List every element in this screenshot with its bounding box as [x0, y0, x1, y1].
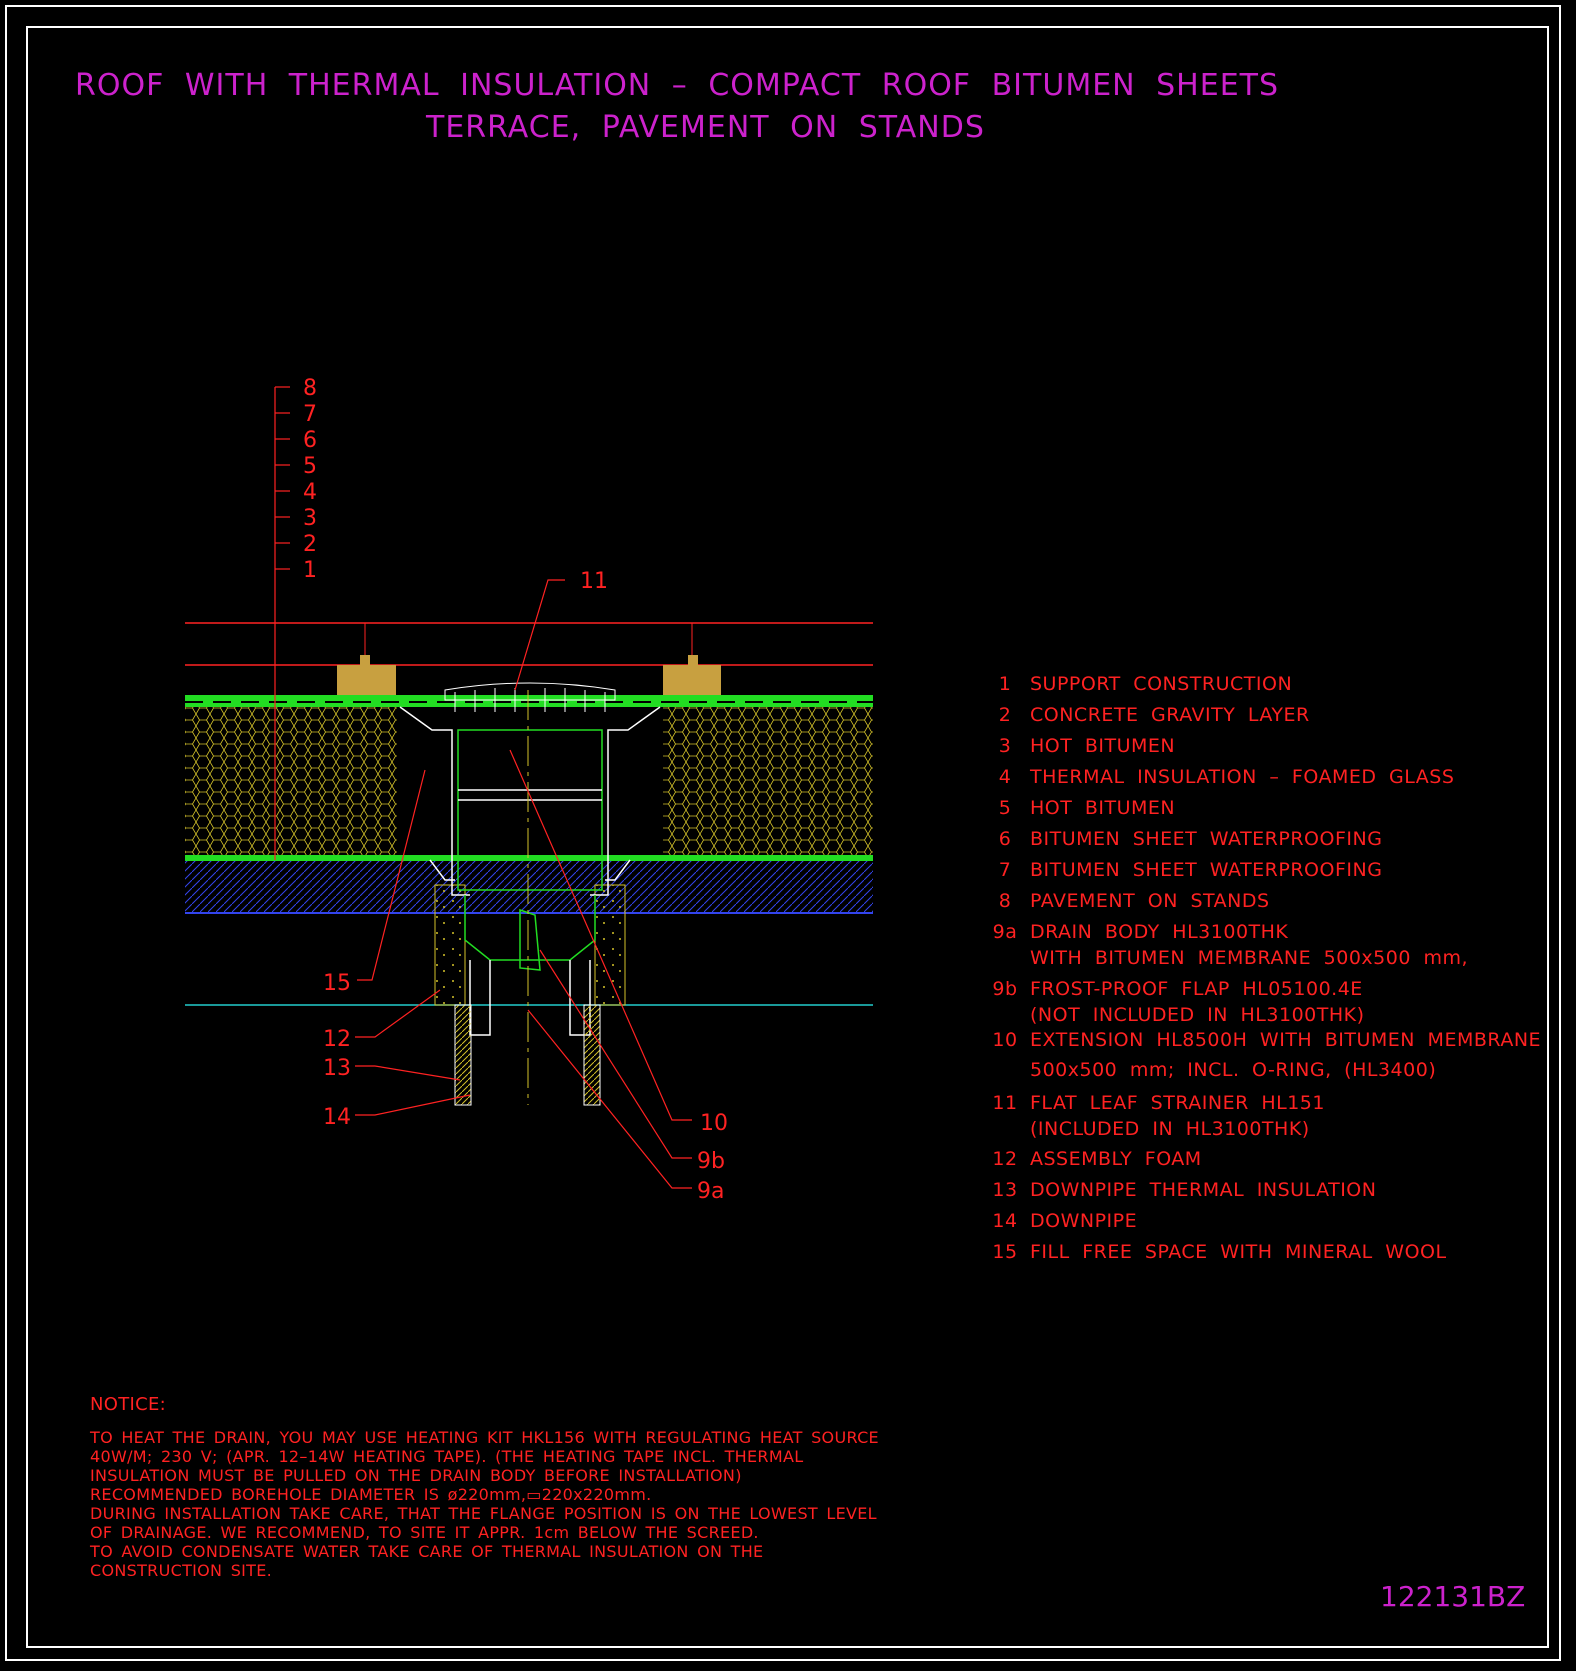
legend-num: 13	[992, 1179, 1018, 1201]
notice-line: CONSTRUCTION SITE.	[90, 1561, 273, 1580]
callout-13: 13	[323, 1056, 351, 1081]
legend-row: 3 HOT BITUMEN	[985, 735, 1545, 766]
legend-text-line2: (INCLUDED IN HL3100THK)	[1030, 1118, 1310, 1140]
notice-line: DURING INSTALLATION TAKE CARE, THAT THE …	[90, 1504, 877, 1523]
legend-text: CONCRETE GRAVITY LAYER	[1030, 704, 1310, 726]
legend-row: 1 SUPPORT CONSTRUCTION	[985, 673, 1545, 704]
notice-title: NOTICE:	[90, 1394, 167, 1415]
legend-row: 4 THERMAL INSULATION – FOAMED GLASS	[985, 766, 1545, 797]
legend-row: 5 HOT BITUMEN	[985, 797, 1545, 828]
thermal-insulation-right	[663, 707, 873, 857]
legend-num: 5	[998, 797, 1012, 819]
legend-text: BITUMEN SHEET WATERPROOFING	[1030, 828, 1383, 850]
legend-text: FROST-PROOF FLAP HL05100.4E	[1030, 978, 1363, 1000]
legend-text: DOWNPIPE THERMAL INSULATION	[1030, 1179, 1377, 1201]
legend-num: 4	[998, 766, 1012, 788]
legend-text-line2: 500x500 mm; INCL. O-RING, (HL3400)	[1030, 1059, 1437, 1081]
notice-line: INSULATION MUST BE PULLED ON THE DRAIN B…	[90, 1466, 742, 1485]
legend-num: 10	[992, 1029, 1018, 1051]
assembly-foam-right	[594, 884, 626, 1006]
legend-num: 12	[992, 1148, 1018, 1170]
legend-text: DOWNPIPE	[1030, 1210, 1138, 1232]
legend-text-line2: (NOT INCLUDED IN HL3100THK)	[1030, 1004, 1365, 1026]
legend-num: 9a	[992, 921, 1018, 943]
parts-legend: 1 SUPPORT CONSTRUCTION 2 CONCRETE GRAVITY …	[985, 673, 1545, 1272]
legend-num: 2	[998, 704, 1012, 726]
legend-row: 13 DOWNPIPE THERMAL INSULATION	[985, 1179, 1545, 1210]
legend-row: 9b FROST-PROOF FLAP HL05100.4E (NOT INCLUD…	[985, 978, 1545, 1029]
legend-text: THERMAL INSULATION – FOAMED GLASS	[1030, 766, 1455, 788]
layer-label-8: 8	[303, 376, 317, 401]
bitumen-membrane	[185, 695, 873, 707]
notice-line: TO AVOID CONDENSATE WATER TAKE CARE OF T…	[90, 1542, 764, 1561]
legend-row: 15 FILL FREE SPACE WITH MINERAL WOOL	[985, 1241, 1545, 1272]
legend-num: 6	[998, 828, 1012, 850]
assembly-foam-left	[434, 884, 466, 1006]
drawing-number: 122131BZ	[1380, 1580, 1526, 1613]
frost-proof-flap	[519, 908, 541, 971]
callout-11: 11	[580, 569, 608, 594]
callout-12: 12	[323, 1027, 351, 1052]
legend-row: 6 BITUMEN SHEET WATERPROOFING	[985, 828, 1545, 859]
legend-text: HOT BITUMEN	[1030, 797, 1176, 819]
legend-text: SUPPORT CONSTRUCTION	[1030, 673, 1293, 695]
legend-num: 11	[992, 1092, 1018, 1114]
legend-text: EXTENSION HL8500H WITH BITUMEN MEMBRANE	[1030, 1029, 1542, 1051]
legend-text: HOT BITUMEN	[1030, 735, 1176, 757]
callout-9b: 9b	[697, 1149, 725, 1174]
notice-line: 40W/M; 230 V; (APR. 12–14W HEATING TAPE)…	[90, 1447, 804, 1466]
legend-text: BITUMEN SHEET WATERPROOFING	[1030, 859, 1383, 881]
legend-text: PAVEMENT ON STANDS	[1030, 890, 1270, 912]
legend-row: 7 BITUMEN SHEET WATERPROOFING	[985, 859, 1545, 890]
legend-num: 9b	[992, 978, 1018, 1000]
legend-row: 14 DOWNPIPE	[985, 1210, 1545, 1241]
layer-label-6: 6	[303, 428, 317, 453]
legend-num: 8	[998, 890, 1012, 912]
layer-label-4: 4	[303, 480, 317, 505]
legend-num: 15	[992, 1241, 1018, 1263]
legend-row: 12 ASSEMBLY FOAM	[985, 1148, 1545, 1179]
layer-label-5: 5	[303, 454, 317, 479]
layer-label-7: 7	[303, 402, 317, 427]
legend-row: 2 CONCRETE GRAVITY LAYER	[985, 704, 1545, 735]
legend-row: 10 EXTENSION HL8500H WITH BITUMEN MEMBRAN…	[985, 1029, 1545, 1092]
concrete-layer	[185, 861, 873, 913]
notice-line: RECOMMENDED BOREHOLE DIAMETER IS ø220mm,…	[90, 1485, 652, 1504]
legend-num: 14	[992, 1210, 1018, 1232]
layer-labels: 8 7 6 5 4 3 2 1	[303, 376, 317, 583]
legend-row: 11 FLAT LEAF STRAINER HL151 (INCLUDED IN H…	[985, 1092, 1545, 1148]
pavement-stand-left	[337, 665, 396, 695]
legend-num: 3	[998, 735, 1012, 757]
layer-label-2: 2	[303, 532, 317, 557]
callout-10: 10	[700, 1111, 728, 1136]
callout-9a: 9a	[697, 1179, 724, 1204]
legend-text-line2: WITH BITUMEN MEMBRANE 500x500 mm,	[1030, 947, 1469, 969]
notice-block: NOTICE: TO HEAT THE DRAIN, YOU MAY USE H…	[90, 1395, 879, 1580]
callout-14: 14	[323, 1105, 351, 1130]
callout-15: 15	[323, 971, 351, 996]
legend-row: 8 PAVEMENT ON STANDS	[985, 890, 1545, 921]
legend-text: FILL FREE SPACE WITH MINERAL WOOL	[1030, 1241, 1447, 1263]
thermal-insulation-left	[185, 707, 397, 857]
layer-label-1: 1	[303, 558, 317, 583]
layer-label-3: 3	[303, 506, 317, 531]
legend-num: 7	[998, 859, 1012, 881]
legend-num: 1	[998, 673, 1012, 695]
legend-text: DRAIN BODY HL3100THK	[1030, 921, 1289, 943]
pavement-stand-right	[663, 665, 721, 695]
legend-text: ASSEMBLY FOAM	[1030, 1148, 1202, 1170]
notice-line: TO HEAT THE DRAIN, YOU MAY USE HEATING K…	[90, 1428, 879, 1447]
legend-row: 9a DRAIN BODY HL3100THK WITH BITUMEN MEMBR…	[985, 921, 1545, 978]
legend-text: FLAT LEAF STRAINER HL151	[1030, 1092, 1325, 1114]
notice-line: OF DRAINAGE. WE RECOMMEND, TO SITE IT AP…	[90, 1523, 759, 1542]
